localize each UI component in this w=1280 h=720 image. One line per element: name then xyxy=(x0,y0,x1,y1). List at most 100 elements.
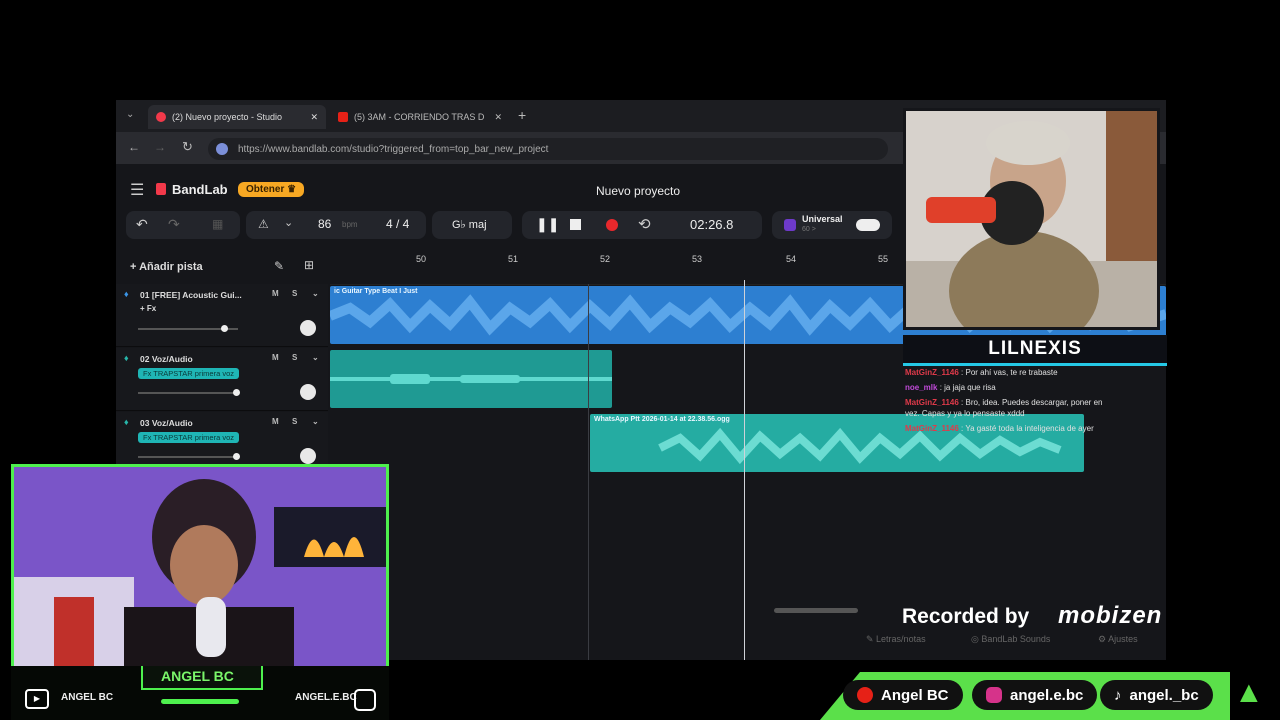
sounds-label: BandLab Sounds xyxy=(981,634,1051,644)
close-icon[interactable]: ✕ xyxy=(310,112,318,123)
grid-icon[interactable]: ▦ xyxy=(212,217,223,231)
chat-user: noe_mlk xyxy=(905,383,938,392)
volume-handle[interactable] xyxy=(221,325,228,332)
chat-message: noe_mlk : ja jaja que risa xyxy=(905,383,996,392)
streamer1-name: ANGEL BC xyxy=(161,668,234,684)
chevron-down-icon[interactable]: ⌄ xyxy=(312,353,319,362)
menu-icon[interactable]: ☰ xyxy=(130,180,144,200)
webcam-person-image xyxy=(906,111,1157,327)
ruler-tick: 50 xyxy=(416,254,427,264)
preset-name[interactable]: Universal xyxy=(802,214,843,224)
webcam-footer: ANGEL BC ▶ ANGEL BC ANGEL.E.BC xyxy=(11,666,389,720)
bandlab-logo-icon xyxy=(156,183,166,195)
chevron-down-icon[interactable]: ⌄ xyxy=(312,417,319,426)
instagram-icon xyxy=(354,689,376,711)
key-button[interactable]: G♭ maj xyxy=(432,211,512,239)
chat-text: Por ahí vas, te re trabaste xyxy=(965,368,1058,377)
site-info-icon[interactable] xyxy=(216,143,228,155)
social-instagram[interactable]: angel.e.bc xyxy=(972,680,1098,710)
url-field[interactable]: https://www.bandlab.com/studio?triggered… xyxy=(208,138,888,160)
chat-user: MatGinZ_1146 xyxy=(905,398,959,407)
volume-handle[interactable] xyxy=(233,453,240,460)
chat-text: Bro, idea. Puedes descargar, poner en xyxy=(965,398,1103,407)
track-name[interactable]: 01 [FREE] Acoustic Gui... xyxy=(140,290,242,300)
recorder-logo: mobizen xyxy=(1058,602,1163,629)
webcam-person-image xyxy=(14,467,386,673)
audio-clip-vocal-1[interactable] xyxy=(330,350,612,408)
mute-button[interactable]: M xyxy=(272,353,279,362)
playhead[interactable] xyxy=(744,280,745,660)
tempo-unit: bpm xyxy=(342,220,358,229)
tab-list-chevron-icon[interactable]: ⌄ xyxy=(126,109,134,120)
track-fx[interactable]: + Fx xyxy=(140,304,156,313)
tiktok-icon: ♪ xyxy=(1114,686,1122,704)
volume-handle[interactable] xyxy=(233,389,240,396)
stop-icon[interactable] xyxy=(570,219,581,230)
chevron-down-icon[interactable]: ⌄ xyxy=(284,216,293,229)
chat-user: MatGinZ_1146 xyxy=(905,368,959,377)
settings-label: Ajustes xyxy=(1108,634,1138,644)
channel-logo-icon: ▲ xyxy=(1234,676,1264,709)
tab-youtube[interactable]: (5) 3AM - CORRIENDO TRAS D ✕ xyxy=(330,105,510,129)
project-title[interactable]: Nuevo proyecto xyxy=(596,184,680,198)
back-icon[interactable]: ← xyxy=(128,140,140,154)
ruler-tick: 54 xyxy=(786,254,797,264)
webcam-angel-bc xyxy=(11,464,389,676)
tab-bandlab[interactable]: (2) Nuevo proyecto - Studio ✕ xyxy=(148,105,326,129)
pencil-icon[interactable]: ✎ xyxy=(274,259,284,273)
new-tab-icon[interactable]: + xyxy=(518,107,526,123)
record-icon[interactable] xyxy=(606,219,618,231)
volume-slider[interactable] xyxy=(138,392,238,394)
reload-icon[interactable]: ↻ xyxy=(182,139,193,155)
get-button[interactable]: Obtener ♛ xyxy=(238,182,305,197)
redo-icon[interactable]: ↷ xyxy=(168,216,180,233)
pan-knob[interactable] xyxy=(300,384,316,400)
guitar-icon: ♦ xyxy=(124,289,129,299)
solo-button[interactable]: S xyxy=(292,353,297,362)
ruler-tick: 52 xyxy=(600,254,611,264)
chevron-down-icon[interactable]: ⌄ xyxy=(312,289,319,298)
preset-sub: 60 > xyxy=(802,226,816,233)
loop-icon[interactable]: ⟲ xyxy=(638,215,651,233)
undo-icon[interactable]: ↶ xyxy=(136,216,148,233)
undo-redo-group: ↶ ↷ ▦ xyxy=(126,211,240,239)
youtube-icon: ▶ xyxy=(25,689,49,709)
track-name[interactable]: 03 Voz/Audio xyxy=(140,418,193,428)
lyrics-button[interactable]: ✎ Letras/notas xyxy=(866,634,926,645)
metronome-icon[interactable]: ⚠ xyxy=(258,217,269,231)
chat-text: vez. Capas y ya lo pensaste xddd xyxy=(905,409,1025,418)
social-label: angel.e.bc xyxy=(1010,686,1084,704)
social-youtube[interactable]: Angel BC xyxy=(843,680,963,710)
preset-icon xyxy=(784,219,796,231)
track-name[interactable]: 02 Voz/Audio xyxy=(140,354,193,364)
track-fx-badge[interactable]: Fx TRAPSTAR primera voz xyxy=(138,432,239,443)
add-track-label: Añadir pista xyxy=(139,261,203,273)
fit-icon[interactable]: ⊞ xyxy=(304,258,314,272)
pan-knob[interactable] xyxy=(300,448,316,464)
track-fx-badge[interactable]: Fx TRAPSTAR primera voz xyxy=(138,368,239,379)
tempo-value[interactable]: 86 xyxy=(318,217,331,231)
forward-icon[interactable]: → xyxy=(154,140,166,154)
solo-button[interactable]: S xyxy=(292,417,297,426)
horizontal-scrollbar[interactable] xyxy=(774,608,858,613)
get-button-label: Obtener xyxy=(246,184,285,195)
volume-slider[interactable] xyxy=(138,456,238,458)
time-signature[interactable]: 4 / 4 xyxy=(386,217,409,231)
sounds-button[interactable]: ◎ BandLab Sounds xyxy=(971,634,1050,645)
solo-button[interactable]: S xyxy=(292,289,297,298)
mic-icon: ♦ xyxy=(124,353,129,363)
track-header-2[interactable]: ♦ 02 Voz/Audio Fx TRAPSTAR primera voz M… xyxy=(116,348,328,411)
preset-toggle[interactable] xyxy=(856,219,880,231)
pause-icon[interactable]: ❚❚ xyxy=(536,216,559,233)
add-track-button[interactable]: + Añadir pista xyxy=(130,261,203,273)
mute-button[interactable]: M xyxy=(272,417,279,426)
settings-button[interactable]: ⚙ Ajustes xyxy=(1098,634,1138,645)
track-header-1[interactable]: ♦ 01 [FREE] Acoustic Gui... + Fx M S ⌄ xyxy=(116,284,328,347)
mute-button[interactable]: M xyxy=(272,289,279,298)
pan-knob[interactable] xyxy=(300,320,316,336)
url-text: https://www.bandlab.com/studio?triggered… xyxy=(238,143,549,155)
youtube-label: ANGEL BC xyxy=(61,692,114,703)
social-tiktok[interactable]: ♪ angel._bc xyxy=(1100,680,1213,710)
close-icon[interactable]: ✕ xyxy=(494,112,502,123)
ruler-tick: 51 xyxy=(508,254,519,264)
